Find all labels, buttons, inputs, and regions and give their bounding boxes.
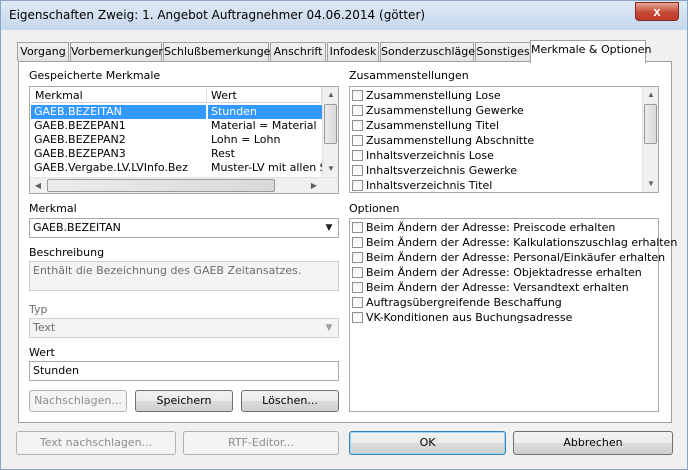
checkbox[interactable]	[352, 90, 363, 101]
cell-merkmal: GAEB.BEZEPAN3	[34, 147, 126, 160]
tab-infodesk[interactable]: Infodesk	[327, 42, 379, 61]
merkmal-field-label: Merkmal	[29, 202, 77, 215]
list-item[interactable]: Zusammenstellung Gewerke	[352, 103, 524, 118]
merkmale-listview[interactable]: Merkmal Wert GAEB.BEZEITAN Stunden GAEB.…	[29, 86, 339, 194]
scroll-left-icon[interactable]: ◀	[30, 178, 46, 194]
cell-wert: Material = Material	[211, 119, 317, 132]
table-row[interactable]: GAEB.BEZEPAN1 Material = Material	[31, 119, 322, 133]
zusammenstellungen-scrollbar[interactable]: ▲ ▼	[642, 87, 658, 192]
speichern-button[interactable]: Speichern	[135, 390, 233, 412]
checkbox[interactable]	[352, 105, 363, 116]
table-row[interactable]: GAEB.BEZEPAN2 Lohn = Lohn	[31, 133, 322, 147]
cell-merkmal: GAEB.BEZEPAN2	[34, 133, 126, 146]
checkbox[interactable]	[352, 237, 363, 248]
optionen-list[interactable]: Beim Ändern der Adresse: Preiscode erhal…	[349, 218, 677, 412]
table-row[interactable]: GAEB.Vergabe.LV.LVInfo.Bez Muster-LV mit…	[31, 161, 322, 175]
nachschlagen-button[interactable]: Nachschlagen...	[29, 390, 127, 412]
window-title: Eigenschaften Zweig: 1. Angebot Auftragn…	[9, 8, 426, 22]
scroll-up-icon[interactable]: ▲	[643, 87, 659, 103]
dropdown-arrow-icon[interactable]: ▼	[321, 220, 337, 236]
scroll-up-icon[interactable]: ▲	[323, 87, 339, 103]
checkbox[interactable]	[352, 180, 363, 191]
scroll-thumb[interactable]	[324, 104, 337, 144]
tab-vorgang[interactable]: Vorgang	[17, 42, 69, 61]
checkbox[interactable]	[352, 282, 363, 293]
cancel-button[interactable]: Abbrechen	[513, 431, 673, 455]
beschreibung-label: Beschreibung	[29, 246, 105, 259]
scroll-thumb[interactable]	[644, 104, 657, 144]
list-item[interactable]: Beim Ändern der Adresse: Preiscode erhal…	[352, 220, 615, 235]
wert-label: Wert	[29, 346, 55, 359]
tab-anschrift[interactable]: Anschrift	[270, 42, 326, 61]
tab-sonstiges[interactable]: Sonstiges	[475, 42, 531, 61]
loeschen-button[interactable]: Löschen...	[241, 390, 339, 412]
rtf-editor-button[interactable]: RTF-Editor...	[183, 431, 339, 455]
checkbox[interactable]	[352, 120, 363, 131]
title-bar: Eigenschaften Zweig: 1. Angebot Auftragn…	[1, 1, 687, 30]
wert-input[interactable]: Stunden	[29, 361, 339, 381]
merkmal-value: GAEB.BEZEITAN	[33, 221, 121, 234]
list-item[interactable]: Beim Ändern der Adresse: Versandtext erh…	[352, 280, 629, 295]
checkbox[interactable]	[352, 150, 363, 161]
tab-schlussbemerkungen[interactable]: Schlußbemerkungen	[163, 42, 277, 61]
checkbox[interactable]	[352, 222, 363, 233]
column-header-merkmal[interactable]: Merkmal	[31, 88, 207, 103]
text-nachschlagen-button[interactable]: Text nachschlagen...	[16, 431, 176, 455]
cell-merkmal: GAEB.Vergabe.LV.LVInfo.Bez	[34, 161, 188, 174]
tab-merkmale-optionen[interactable]: Merkmale & Optionen	[530, 40, 651, 63]
list-item[interactable]: Inhaltsverzeichnis Lose	[352, 148, 494, 163]
dropdown-arrow-icon[interactable]: ▼	[321, 320, 337, 336]
typ-combobox[interactable]: Text ▼	[29, 318, 339, 338]
close-button[interactable]: x	[635, 2, 679, 21]
list-item[interactable]: Beim Ändern der Adresse: Objektadresse e…	[352, 265, 642, 280]
typ-value: Text	[33, 321, 56, 334]
column-header-wert[interactable]: Wert	[207, 88, 322, 103]
table-row[interactable]: GAEB.BEZEITAN Stunden	[31, 105, 322, 119]
list-item[interactable]: Auftragsübergreifende Beschaffung	[352, 295, 562, 310]
cell-wert: Lohn = Lohn	[211, 133, 281, 146]
list-item[interactable]: Beim Ändern der Adresse: Kalkulationszus…	[352, 235, 677, 250]
cell-merkmal: GAEB.BEZEITAN	[31, 105, 206, 119]
ok-button[interactable]: OK	[349, 431, 506, 455]
list-item[interactable]: Inhaltsverzeichnis Gewerke	[352, 163, 517, 178]
zusammenstellungen-label: Zusammenstellungen	[349, 69, 469, 82]
list-item[interactable]: Zusammenstellung Lose	[352, 88, 501, 103]
checkbox[interactable]	[352, 267, 363, 278]
cell-wert: Stunden	[208, 105, 322, 119]
cell-wert: Rest	[211, 147, 235, 160]
scroll-thumb[interactable]	[47, 179, 275, 192]
list-item[interactable]: Zusammenstellung Titel	[352, 118, 499, 133]
merkmale-vertical-scrollbar[interactable]: ▲ ▼	[322, 87, 338, 177]
tab-sonderzuschlaege[interactable]: Sonderzuschläge	[380, 42, 475, 61]
scroll-down-icon[interactable]: ▼	[643, 176, 659, 192]
listview-header: Merkmal Wert	[31, 88, 322, 103]
scroll-right-icon[interactable]: ▶	[306, 178, 322, 194]
checkbox[interactable]	[352, 312, 363, 323]
beschreibung-textarea[interactable]: Enthält die Bezeichnung des GAEB Zeitans…	[29, 261, 339, 291]
list-item[interactable]: Inhaltsverzeichnis Titel	[352, 178, 492, 193]
zusammenstellungen-list[interactable]: Zusammenstellung Lose Zusammenstellung G…	[349, 86, 659, 193]
list-item[interactable]: Zusammenstellung Abschnitte	[352, 133, 534, 148]
cell-wert: Muster-LV mit allen Son	[211, 161, 322, 174]
scroll-down-icon[interactable]: ▼	[323, 161, 339, 177]
merkmale-label: Gespeicherte Merkmale	[29, 69, 161, 82]
cell-merkmal: GAEB.BEZEPAN1	[34, 119, 126, 132]
typ-label: Typ	[29, 303, 48, 316]
properties-dialog: Eigenschaften Zweig: 1. Angebot Auftragn…	[0, 0, 688, 470]
checkbox[interactable]	[352, 252, 363, 263]
list-item[interactable]: Beim Ändern der Adresse: Personal/Einkäu…	[352, 250, 665, 265]
checkbox[interactable]	[352, 135, 363, 146]
list-item[interactable]: VK-Konditionen aus Buchungsadresse	[352, 310, 572, 325]
merkmal-combobox[interactable]: GAEB.BEZEITAN ▼	[29, 218, 339, 238]
optionen-label: Optionen	[349, 202, 400, 215]
tab-vorbemerkungen[interactable]: Vorbemerkungen	[70, 42, 165, 61]
table-row[interactable]: GAEB.BEZEPAN3 Rest	[31, 147, 322, 161]
checkbox[interactable]	[352, 297, 363, 308]
merkmale-horizontal-scrollbar[interactable]: ◀ ▶	[30, 177, 338, 193]
checkbox[interactable]	[352, 165, 363, 176]
